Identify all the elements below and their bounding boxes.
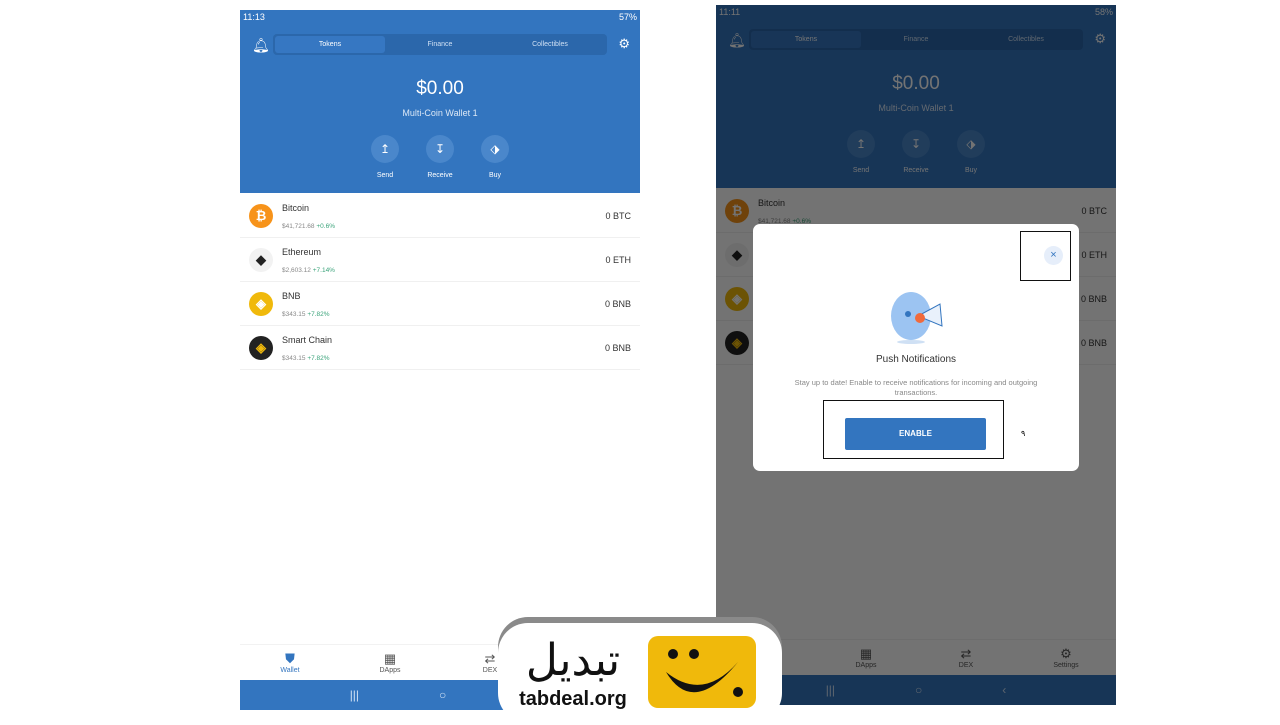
wallet-screen-right: 11:1158% 🔔︎ TokensFinanceCollectibles ⚙︎…: [716, 5, 1116, 705]
balance: $0.00: [416, 78, 464, 99]
bitcoin-icon: ₿: [249, 204, 273, 228]
token-amount: 0 BTC: [605, 211, 631, 221]
ethereum-icon: ◆: [249, 248, 273, 272]
dapps-icon: ▦: [383, 651, 397, 666]
send-button[interactable]: ↥Send: [370, 135, 400, 179]
annotation-number: ۹: [1021, 429, 1026, 438]
token-name: Ethereum: [282, 247, 322, 257]
token-row[interactable]: ◆ Ethereum $2,603.12 +7.14% 0 ETH: [240, 238, 640, 282]
price-change: +7.14%: [312, 267, 335, 274]
tabdeal-logo: تبدیل tabdeal.org: [498, 617, 782, 723]
token-row[interactable]: ◈ Smart Chain $343.15 +7.82% 0 BNB: [240, 326, 640, 370]
send-icon: ↥: [371, 135, 399, 163]
token-list: ₿ Bitcoin $41,721.68 +0.6% 0 BTC ◆ Ether…: [240, 194, 640, 370]
buy-icon: ⬗: [481, 135, 509, 163]
receive-icon: ↧: [426, 135, 454, 163]
token-price: $343.15 +7.82%: [282, 311, 330, 318]
clock: 11:13: [243, 12, 265, 22]
nav-dapps[interactable]: ▦DApps: [340, 645, 440, 680]
megaphone-illustration: [891, 292, 943, 344]
token-price: $343.15 +7.82%: [282, 355, 330, 362]
settings-sliders-icon[interactable]: ⚙︎: [618, 36, 630, 52]
token-amount: 0 BNB: [604, 343, 631, 353]
tab-tokens[interactable]: Tokens: [275, 36, 385, 53]
price-change: +7.82%: [307, 355, 330, 362]
battery-level: 57%: [618, 12, 637, 22]
tab-collectibles[interactable]: Collectibles: [495, 36, 605, 53]
token-amount: 0 BNB: [604, 299, 631, 309]
nav-wallet[interactable]: ⛊Wallet: [240, 645, 340, 680]
price-change: +0.6%: [316, 223, 335, 230]
svg-text:tabdeal.org: tabdeal.org: [519, 688, 627, 710]
status-bar: 11:13 57%: [243, 12, 637, 22]
token-name: BNB: [282, 291, 301, 301]
token-row[interactable]: ₿ Bitcoin $41,721.68 +0.6% 0 BTC: [240, 194, 640, 238]
bnb-icon: ◈: [249, 292, 273, 316]
price-change: +7.82%: [307, 311, 330, 318]
push-notifications-dialog: × Push Notifications Stay up to date! En…: [753, 224, 1079, 471]
enable-button[interactable]: ENABLE: [845, 418, 986, 450]
wallet-header: 11:13 57% 🔔︎ Tokens Finance Collectibles ⚙︎…: [240, 10, 640, 193]
smart-chain-icon: ◈: [249, 336, 273, 360]
tab-finance[interactable]: Finance: [385, 36, 495, 53]
token-amount: 0 ETH: [605, 255, 631, 265]
svg-text:تبدیل: تبدیل: [526, 635, 620, 686]
wallet-screen-left: 11:13 57% 🔔︎ Tokens Finance Collectibles ⚙︎…: [240, 10, 640, 710]
tab-bar: TokensFinanceCollectibles: [273, 34, 607, 55]
wallet-name: Multi-Coin Wallet 1: [402, 108, 478, 118]
close-icon[interactable]: ×: [1044, 246, 1063, 265]
receive-button[interactable]: ↧Receive: [425, 135, 455, 179]
recents-icon[interactable]: |||: [350, 680, 359, 710]
buy-button[interactable]: ⬗Buy: [480, 135, 510, 179]
token-name: Smart Chain: [282, 335, 333, 345]
token-row[interactable]: ◈ BNB $343.15 +7.82% 0 BNB: [240, 282, 640, 326]
dialog-description: Stay up to date! Enable to receive notif…: [794, 378, 1038, 397]
wallet-icon: ⛊: [285, 651, 295, 666]
bell-icon[interactable]: 🔔︎: [252, 37, 270, 54]
token-price: $41,721.68 +0.6%: [282, 223, 335, 230]
token-price: $2,603.12 +7.14%: [282, 267, 335, 274]
home-icon[interactable]: ○: [439, 680, 446, 710]
token-name: Bitcoin: [282, 203, 310, 213]
dialog-title: Push Notifications: [875, 354, 957, 365]
